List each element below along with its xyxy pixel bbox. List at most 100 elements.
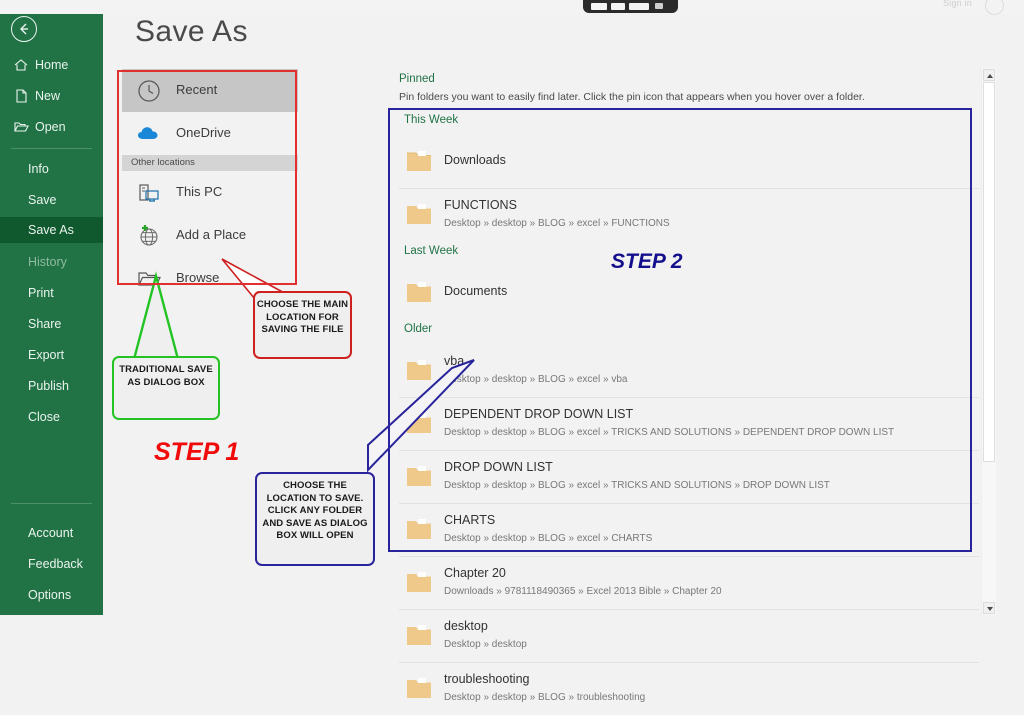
folder-row[interactable]: DEPENDENT DROP DOWN LIST Desktop » deskt… (399, 397, 979, 450)
avatar[interactable] (985, 0, 1004, 15)
folder-row[interactable]: Documents (399, 267, 979, 319)
place-add-a-place[interactable]: Add a Place (122, 214, 298, 257)
folder-icon (406, 571, 432, 593)
cloud-icon (136, 121, 162, 147)
mini-toolbar[interactable] (583, 0, 678, 13)
sidebar-item-share[interactable]: Share (0, 312, 103, 337)
mini-toolbar-button-1[interactable] (591, 3, 607, 10)
sidebar-item-label: Home (35, 58, 69, 72)
sidebar-item-open[interactable]: Open (0, 115, 103, 140)
sidebar-item-print[interactable]: Print (0, 281, 103, 306)
folder-name: desktop (444, 619, 488, 633)
backstage-nav: Home New Open Info Save Save As History … (0, 0, 103, 615)
place-this-pc[interactable]: This PC (122, 171, 298, 214)
new-doc-icon (13, 88, 29, 104)
sidebar-item-label: Feedback (28, 557, 83, 571)
other-locations-header: Other locations (122, 155, 298, 171)
sidebar-item-save-as[interactable]: Save As (0, 217, 103, 243)
sidebar-item-new[interactable]: New (0, 84, 103, 109)
folder-icon (406, 203, 432, 225)
folder-row[interactable]: DROP DOWN LIST Desktop » desktop » BLOG … (399, 450, 979, 503)
sidebar-item-export[interactable]: Export (0, 343, 103, 368)
folder-path: Desktop » desktop » BLOG » excel » TRICK… (444, 427, 895, 438)
mini-toolbar-chevron-down-icon[interactable] (655, 3, 663, 9)
folder-row[interactable]: desktop Desktop » desktop (399, 609, 979, 662)
sidebar-item-label: Print (28, 286, 54, 300)
window-top-strip: Sign in (0, 0, 1024, 15)
group-label: This Week (404, 114, 459, 126)
sign-in-link[interactable]: Sign in (943, 0, 972, 8)
pinned-hint: Pin folders you want to easily find late… (399, 91, 865, 103)
pinned-header: Pinned (399, 73, 435, 85)
sidebar-item-label: Close (28, 410, 60, 424)
folder-path: Desktop » desktop » BLOG » excel » TRICK… (444, 480, 830, 491)
sidebar-item-label: Save As (28, 223, 74, 237)
caret-up-icon (987, 74, 993, 78)
sidebar-item-options[interactable]: Options (0, 583, 103, 608)
group-label: Last Week (404, 245, 459, 257)
sidebar-item-history: History (0, 250, 103, 275)
folder-icon (406, 150, 432, 172)
scrollbar-thumb[interactable] (983, 82, 995, 462)
folder-icon (406, 465, 432, 487)
place-label: This PC (176, 184, 223, 199)
page-title: Save As (135, 15, 248, 48)
folder-open-icon (136, 266, 162, 292)
folder-name: DEPENDENT DROP DOWN LIST (444, 407, 634, 421)
folder-path: Downloads » 9781118490365 » Excel 2013 B… (444, 586, 722, 597)
sidebar-item-close[interactable]: Close (0, 405, 103, 430)
folder-icon (406, 359, 432, 381)
computer-icon (136, 180, 162, 206)
folder-icon (406, 518, 432, 540)
folder-row[interactable]: Chapter 20 Downloads » 9781118490365 » E… (399, 556, 979, 609)
place-browse[interactable]: Browse (122, 257, 298, 300)
sidebar-item-label: Open (35, 120, 66, 134)
sidebar-item-info[interactable]: Info (0, 157, 103, 182)
step-1-label: STEP 1 (154, 438, 240, 466)
places-list: Recent OneDrive Other locations This PC (122, 69, 298, 300)
folder-path: Desktop » desktop » BLOG » excel » CHART… (444, 533, 653, 544)
folder-icon (406, 624, 432, 646)
folder-row[interactable]: troubleshooting Desktop » desktop » BLOG… (399, 662, 979, 715)
sidebar-item-account[interactable]: Account (0, 521, 103, 546)
folder-name: Chapter 20 (444, 566, 506, 580)
folder-path: Desktop » desktop » BLOG » excel » FUNCT… (444, 218, 670, 229)
scroll-up-button[interactable] (983, 69, 995, 81)
folder-row[interactable]: CHARTS Desktop » desktop » BLOG » excel … (399, 503, 979, 556)
place-label: Recent (176, 82, 218, 97)
folder-name: Downloads (444, 153, 506, 167)
callout-choose-main-location: CHOOSE THE MAIN LOCATION FOR SAVING THE … (253, 291, 352, 359)
sidebar-item-home[interactable]: Home (0, 53, 103, 78)
folder-name: troubleshooting (444, 672, 530, 686)
sidebar-item-save[interactable]: Save (0, 188, 103, 213)
callout-traditional-dialog: TRADITIONAL SAVE AS DIALOG BOX (112, 356, 220, 420)
home-icon (13, 57, 29, 73)
place-onedrive[interactable]: OneDrive (122, 112, 298, 155)
caret-down-icon (987, 607, 993, 611)
scroll-down-button[interactable] (983, 602, 995, 614)
folder-path: Desktop » desktop (444, 639, 527, 650)
sidebar-item-label: Info (28, 162, 49, 176)
callout-choose-location-to-save: CHOOSE THE LOCATION TO SAVE. CLICK ANY F… (255, 472, 375, 566)
globe-plus-icon (136, 223, 162, 249)
folder-path: Desktop » desktop » BLOG » troubleshooti… (444, 692, 646, 703)
back-arrow-icon[interactable] (11, 16, 37, 42)
group-header-older: Older (399, 319, 979, 345)
other-locations-label: Other locations (131, 157, 195, 168)
folder-icon (406, 412, 432, 434)
group-header-last-week: Last Week (399, 241, 979, 267)
mini-toolbar-button-3[interactable] (629, 3, 649, 10)
sidebar-item-publish[interactable]: Publish (0, 374, 103, 399)
place-label: OneDrive (176, 125, 231, 140)
folder-row[interactable]: Downloads (399, 136, 979, 188)
recent-folders-list: This Week Downloads FUNCTIONS Desktop » … (399, 110, 979, 715)
sidebar-item-feedback[interactable]: Feedback (0, 552, 103, 577)
folder-name: Documents (444, 284, 508, 298)
folder-row[interactable]: FUNCTIONS Desktop » desktop » BLOG » exc… (399, 188, 979, 241)
scrollbar[interactable] (981, 68, 996, 615)
sidebar-item-label: Share (28, 317, 62, 331)
mini-toolbar-button-2[interactable] (611, 3, 625, 10)
sidebar-item-label: Save (28, 193, 57, 207)
place-recent[interactable]: Recent (122, 69, 298, 112)
folder-row[interactable]: vba Desktop » desktop » BLOG » excel » v… (399, 345, 979, 397)
